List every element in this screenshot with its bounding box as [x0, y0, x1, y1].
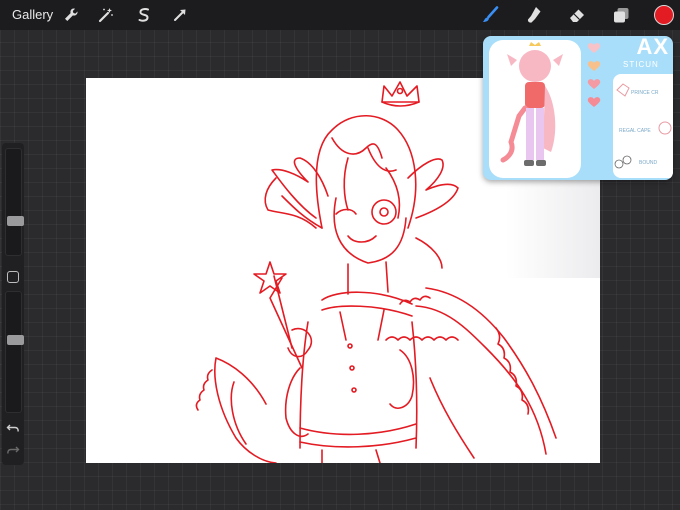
layers-icon[interactable] — [610, 4, 632, 26]
redo-icon[interactable] — [6, 443, 20, 457]
opacity-slider[interactable] — [5, 291, 24, 413]
reference-swatches — [585, 42, 603, 114]
square-icon[interactable] — [7, 271, 19, 283]
panel-label-2: BOUND — [639, 160, 657, 166]
left-sidebar — [2, 143, 24, 465]
selection-s-icon[interactable] — [133, 4, 155, 26]
heart-icon — [587, 96, 601, 108]
reference-detail-panel: PRINCE CR REGAL CAPE BOUND — [613, 74, 673, 178]
brush-icon[interactable] — [479, 4, 501, 26]
panel-label-1: REGAL CAPE — [619, 128, 651, 134]
smudge-finger-icon[interactable] — [523, 4, 545, 26]
reference-subtitle: STICUN — [623, 60, 659, 69]
brush-size-slider[interactable] — [5, 148, 24, 256]
reference-character-card — [489, 40, 581, 178]
heart-icon — [587, 60, 601, 72]
opacity-knob[interactable] — [7, 334, 24, 345]
reference-title: AX — [636, 36, 669, 59]
heart-icon — [587, 42, 601, 54]
eraser-icon[interactable] — [566, 4, 588, 26]
panel-label-0: PRINCE CR — [631, 90, 659, 96]
wrench-icon[interactable] — [60, 4, 82, 26]
gallery-button[interactable]: Gallery — [12, 7, 53, 22]
undo-icon[interactable] — [6, 421, 20, 435]
magic-wand-icon[interactable] — [95, 4, 117, 26]
arrow-cursor-icon[interactable] — [169, 4, 191, 26]
heart-icon — [587, 78, 601, 90]
reference-window[interactable]: AX STICUN PRINCE CR REGAL CAPE BOUND — [483, 36, 673, 180]
color-picker-button[interactable] — [654, 5, 674, 25]
brush-size-knob[interactable] — [7, 215, 24, 226]
top-toolbar: Gallery — [0, 0, 680, 30]
